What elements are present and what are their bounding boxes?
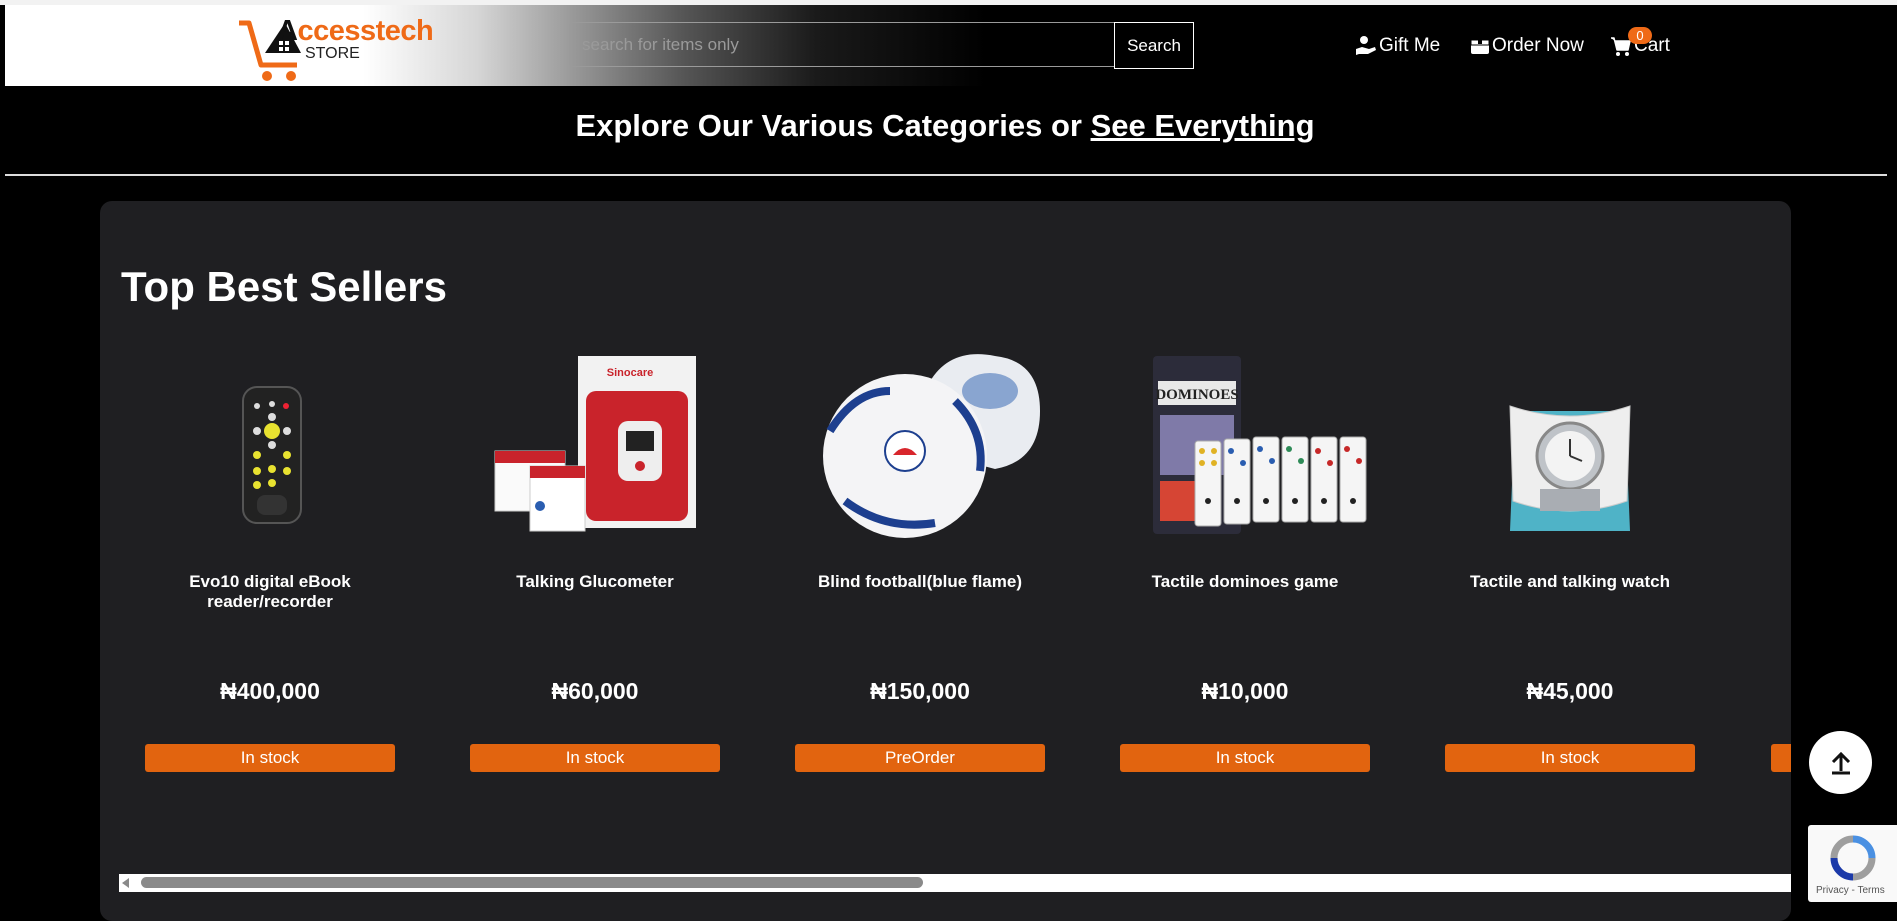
cart-count-badge: 0	[1628, 27, 1652, 44]
product-image-ebook-reader	[242, 386, 302, 524]
categories-banner: Explore Our Various Categories or See Ev…	[0, 108, 1890, 144]
product-card[interactable]: Sinocare Talking Glucometer ₦60,000 In s…	[470, 351, 720, 772]
stock-status-button[interactable]: In stock	[1445, 744, 1695, 772]
search-button[interactable]: Search	[1114, 22, 1194, 69]
product-card[interactable]: Evo10 digital eBook reader/recorder ₦400…	[145, 351, 395, 772]
product-price: ₦45,000	[1526, 678, 1614, 704]
gift-hand-icon	[1356, 36, 1376, 55]
stock-status-button[interactable]: In stock	[145, 744, 395, 772]
product-price: ₦400,000	[220, 678, 320, 704]
nav-order-now-label: Order Now	[1492, 35, 1584, 56]
nav-gift-me-label: Gift Me	[1379, 35, 1441, 56]
section-title: Top Best Sellers	[121, 263, 447, 310]
arrow-up-icon	[1831, 751, 1850, 774]
product-price: ₦60,000	[551, 678, 639, 704]
product-image-football	[823, 354, 1040, 538]
product-name[interactable]: Evo10 digital eBook reader/recorder	[145, 572, 395, 612]
recaptcha-links[interactable]: Privacy - Terms	[1816, 885, 1885, 896]
product-name[interactable]: Tactile dominoes game	[1120, 572, 1370, 592]
scroll-left-arrow-icon[interactable]	[122, 878, 129, 888]
svg-text:Sinocare: Sinocare	[607, 367, 653, 379]
stock-status-button[interactable]: PreOrder	[795, 744, 1045, 772]
recaptcha-badge[interactable]: Privacy - Terms	[1808, 825, 1897, 902]
logo-brand-text: ccesstech	[297, 15, 434, 47]
box-icon	[1470, 37, 1490, 54]
stock-status-button[interactable]: In stock	[470, 744, 720, 772]
nav-gift-me[interactable]: Gift Me	[1355, 35, 1440, 57]
nav-cart[interactable]: Cart 0	[1610, 27, 1670, 57]
search-input[interactable]	[569, 22, 1117, 67]
recaptcha-icon	[1830, 835, 1876, 881]
categories-banner-text: Explore Our Various Categories or	[575, 108, 1091, 143]
nav-order-now[interactable]: Order Now	[1470, 35, 1584, 57]
product-image-glucometer: Sinocare	[494, 356, 696, 532]
product-price: ₦10,000	[1201, 678, 1289, 704]
header-divider	[5, 174, 1887, 176]
site-header: Accesstech STORE Search Gift Me Order No…	[5, 5, 1892, 86]
product-card[interactable]: DOMINOES Tactile dominoes game ₦10,000 I…	[1120, 351, 1370, 772]
product-name[interactable]: Talking Glucometer	[470, 572, 720, 592]
scrollbar-thumb[interactable]	[141, 877, 923, 888]
svg-text:DOMINOES: DOMINOES	[1155, 387, 1238, 403]
stock-status-button[interactable]: In stock	[1120, 744, 1370, 772]
logo-subtitle: STORE	[305, 45, 360, 62]
product-name[interactable]: Blind football(blue flame)	[795, 572, 1045, 592]
site-logo[interactable]: Accesstech STORE	[235, 7, 435, 85]
product-image-watch	[1509, 405, 1631, 531]
product-image-dominoes: DOMINOES	[1153, 356, 1367, 534]
see-everything-link[interactable]: See Everything	[1091, 108, 1315, 143]
product-price: ₦150,000	[870, 678, 970, 704]
product-card[interactable]: Tactile and talking watch ₦45,000 In sto…	[1445, 351, 1695, 772]
logo-wordmark: Accesstech	[277, 15, 434, 48]
logo-letter: A	[277, 15, 298, 47]
product-name[interactable]: Tactile and talking watch	[1445, 572, 1695, 592]
product-card[interactable]: Blind football(blue flame) ₦150,000 PreO…	[795, 351, 1045, 772]
next-card-partial-button[interactable]	[1771, 744, 1791, 772]
best-sellers-panel: Top Best Sellers Evo10 digital eBook rea…	[100, 201, 1791, 921]
horizontal-scrollbar[interactable]	[119, 874, 1791, 892]
back-to-top-button[interactable]	[1809, 731, 1872, 794]
